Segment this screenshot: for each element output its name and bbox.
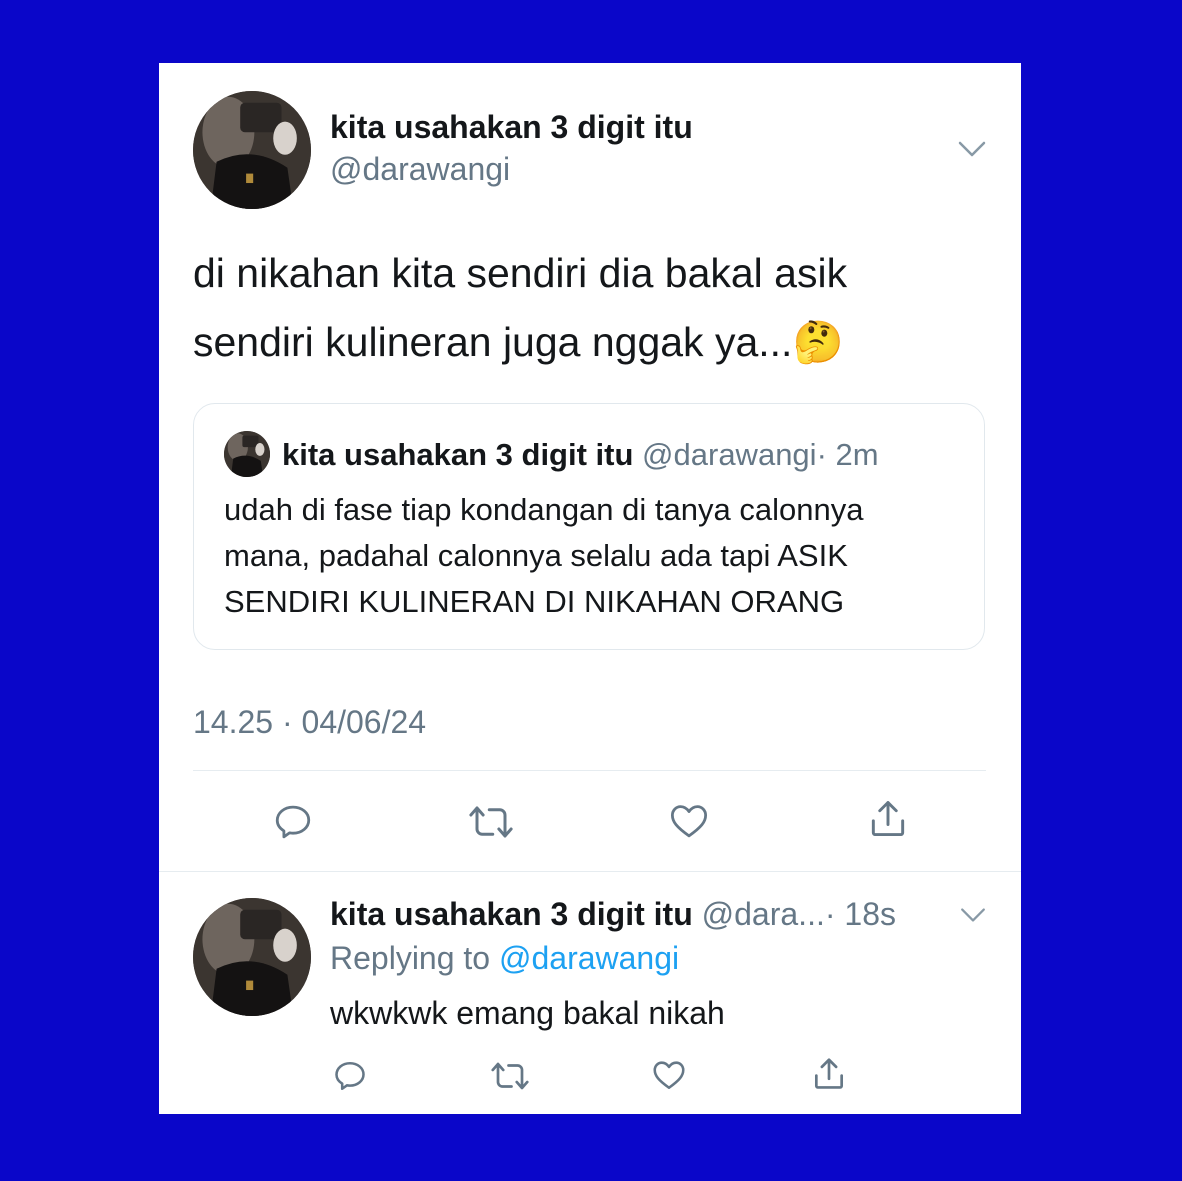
replying-to-label: Replying to	[330, 940, 491, 976]
quoted-text-line: udah di fase tiap kondangan di tanya cal…	[224, 492, 864, 527]
display-name: kita usahakan 3 digit itu	[282, 437, 634, 472]
replying-to: Replying to @darawangi	[330, 940, 679, 977]
display-name[interactable]: kita usahakan 3 digit itu	[330, 109, 693, 146]
avatar[interactable]	[193, 898, 311, 1016]
user-handle: @darawangi	[642, 437, 817, 472]
reply-header: kita usahakan 3 digit itu @dara...· 18s	[330, 896, 896, 933]
replying-to-handle[interactable]: @darawangi	[499, 940, 679, 976]
user-handle[interactable]: @dara...	[702, 896, 825, 932]
share-icon[interactable]	[866, 797, 910, 841]
tweet-time: · 2m	[816, 437, 879, 472]
reply-text: wkwkwk emang bakal nikah	[330, 995, 725, 1031]
divider	[159, 871, 1021, 872]
user-handle[interactable]: @darawangi	[330, 151, 510, 188]
tweet-timestamp[interactable]: 14.25 · 04/06/24	[193, 704, 426, 741]
quoted-text-line: mana, padahal calonnya selalu ada tapi A…	[224, 538, 848, 573]
tweet-text-content: sendiri kulineran juga nggak ya...	[193, 319, 793, 365]
thinking-face-emoji: 🤔	[792, 319, 844, 365]
like-icon[interactable]	[650, 1057, 688, 1093]
tweet-text-line: sendiri kulineran juga nggak ya...🤔	[193, 319, 844, 367]
share-icon[interactable]	[810, 1055, 848, 1093]
quoted-tweet-header: kita usahakan 3 digit itu @darawangi· 2m	[282, 437, 879, 473]
avatar	[224, 431, 270, 477]
quoted-tweet[interactable]: kita usahakan 3 digit itu @darawangi· 2m…	[193, 403, 985, 650]
reply-icon[interactable]	[332, 1058, 368, 1094]
tweet-time: · 18s	[824, 896, 896, 932]
display-name[interactable]: kita usahakan 3 digit itu	[330, 896, 693, 932]
chevron-down-icon[interactable]	[957, 139, 987, 164]
retweet-icon[interactable]	[468, 801, 514, 843]
reply-icon[interactable]	[272, 801, 314, 843]
retweet-icon[interactable]	[490, 1058, 530, 1094]
tweet-text-line: di nikahan kita sendiri dia bakal asik	[193, 250, 848, 296]
quoted-text-line: SENDIRI KULINERAN DI NIKAHAN ORANG	[224, 584, 845, 619]
like-icon[interactable]	[667, 800, 711, 842]
chevron-down-icon[interactable]	[959, 906, 987, 929]
divider	[193, 770, 986, 771]
avatar[interactable]	[193, 91, 311, 209]
tweet-card: kita usahakan 3 digit itu @darawangi di …	[159, 63, 1021, 1114]
